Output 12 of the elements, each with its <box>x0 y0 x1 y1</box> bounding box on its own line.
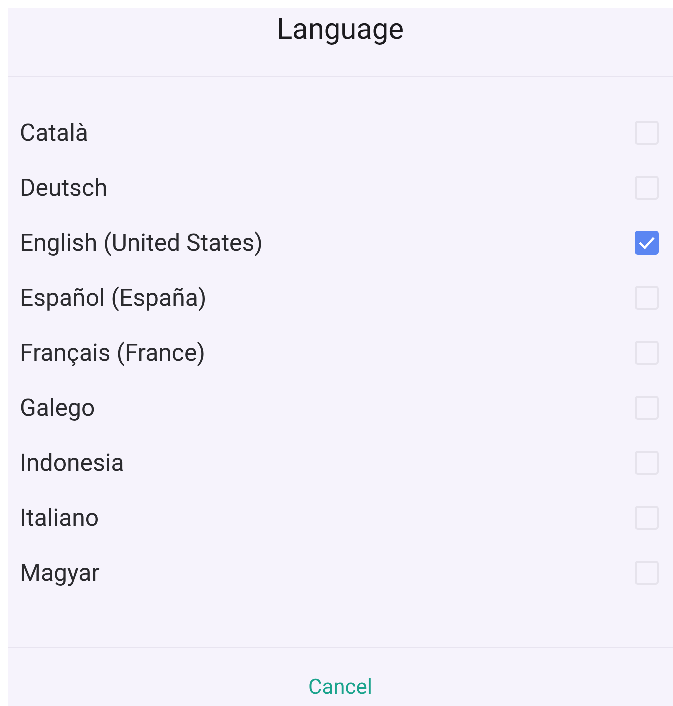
language-option[interactable]: Deutsch <box>8 160 673 215</box>
language-option[interactable]: Galego <box>8 380 673 435</box>
language-option[interactable]: Magyar <box>8 545 673 600</box>
language-option[interactable]: English (United States) <box>8 215 673 270</box>
language-option[interactable]: Italiano <box>8 490 673 545</box>
checkmark-icon <box>638 236 656 250</box>
dialog-title: Language <box>276 12 404 50</box>
checkbox[interactable] <box>635 230 659 254</box>
language-option[interactable]: Català <box>8 105 673 160</box>
language-option[interactable]: Indonesia <box>8 435 673 490</box>
language-option[interactable]: Español (España) <box>8 270 673 325</box>
language-option[interactable]: Français (France) <box>8 325 673 380</box>
